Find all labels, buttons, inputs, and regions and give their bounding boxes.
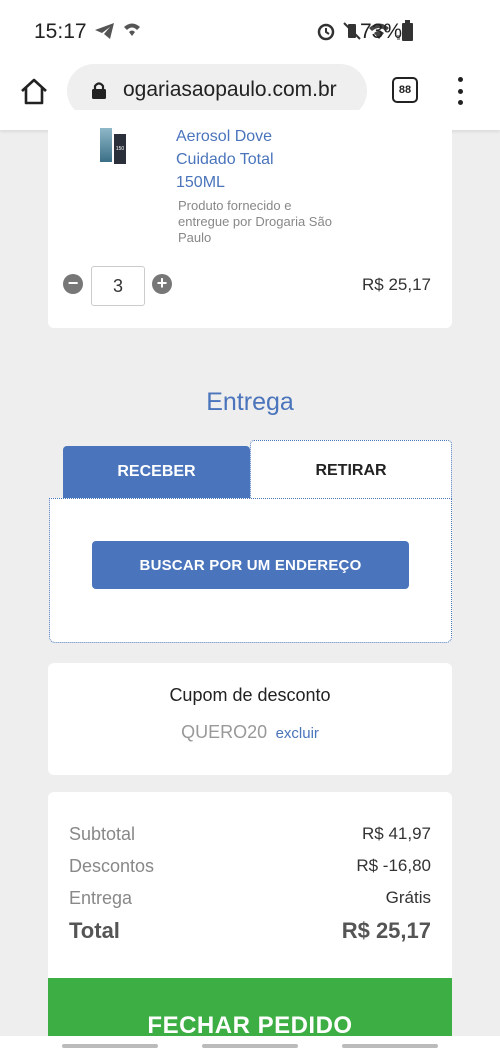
system-nav-bar (0, 1036, 500, 1056)
overflow-menu-icon[interactable] (452, 77, 468, 105)
coupon-card: Cupom de desconto QUERO20 excluir (48, 663, 452, 775)
coupon-row: QUERO20 excluir (48, 722, 452, 743)
total-label: Total (69, 918, 120, 943)
product-name-link[interactable]: Aerosol Dove Cuidado Total 150ML (176, 125, 306, 194)
summary-label: Subtotal (69, 824, 136, 844)
url-text: ogariasaopaulo.com.br (123, 78, 337, 101)
status-bar: 15:17 73% (0, 0, 500, 64)
tab-receber[interactable]: RECEBER (63, 446, 250, 498)
summary-label: Descontos (69, 856, 155, 876)
notification-icons (94, 21, 142, 41)
summary-value: R$ -16,80 (356, 856, 431, 875)
order-summary-card: Subtotal R$ 41,97 Descontos R$ -16,80 En… (48, 792, 452, 992)
summary-value: R$ 41,97 (362, 824, 431, 843)
product-image[interactable]: 150 (100, 128, 126, 164)
wifi-call-icon (124, 23, 140, 36)
telegram-icon (95, 23, 114, 39)
total-value: R$ 25,17 (341, 918, 431, 943)
home-icon[interactable] (18, 76, 50, 108)
summary-row-delivery: Entrega Grátis (69, 888, 431, 909)
battery-percentage: 73% (360, 20, 403, 43)
tab-retirar[interactable]: RETIRAR (250, 440, 452, 500)
nav-recents-icon[interactable] (62, 1044, 158, 1048)
summary-row-total: Total R$ 25,17 (69, 918, 431, 944)
quantity-increase-button[interactable]: + (152, 274, 172, 294)
battery-icon (402, 20, 413, 41)
delivery-section-title: Entrega (206, 388, 294, 416)
coupon-code: QUERO20 (181, 722, 268, 742)
summary-row-subtotal: Subtotal R$ 41,97 (69, 824, 431, 845)
alarm-icon (317, 23, 335, 41)
tab-switcher-button[interactable]: 88 (392, 77, 418, 103)
product-seller-text: Produto fornecido e entregue por Drogari… (178, 198, 332, 245)
vibrate-mute-icon (343, 22, 361, 40)
cart-item-card: 150 Aerosol Dove Cuidado Total 150ML Pro… (48, 110, 452, 328)
summary-row-discounts: Descontos R$ -16,80 (69, 856, 431, 877)
summary-label: Entrega (69, 888, 133, 908)
quantity-input[interactable]: 3 (91, 266, 145, 306)
status-time: 15:17 (34, 20, 87, 43)
nav-back-icon[interactable] (342, 1044, 438, 1048)
remove-coupon-link[interactable]: excluir (276, 725, 319, 742)
quantity-decrease-button[interactable]: − (63, 274, 83, 294)
nav-home-icon[interactable] (202, 1044, 298, 1048)
coupon-title: Cupom de desconto (169, 685, 331, 705)
product-price: R$ 25,17 (362, 275, 431, 294)
delivery-tab-panel: BUSCAR POR UM ENDEREÇO (49, 498, 452, 643)
search-address-button[interactable]: BUSCAR POR UM ENDEREÇO (92, 541, 409, 589)
lock-icon (92, 82, 106, 99)
summary-value: Grátis (385, 888, 431, 907)
